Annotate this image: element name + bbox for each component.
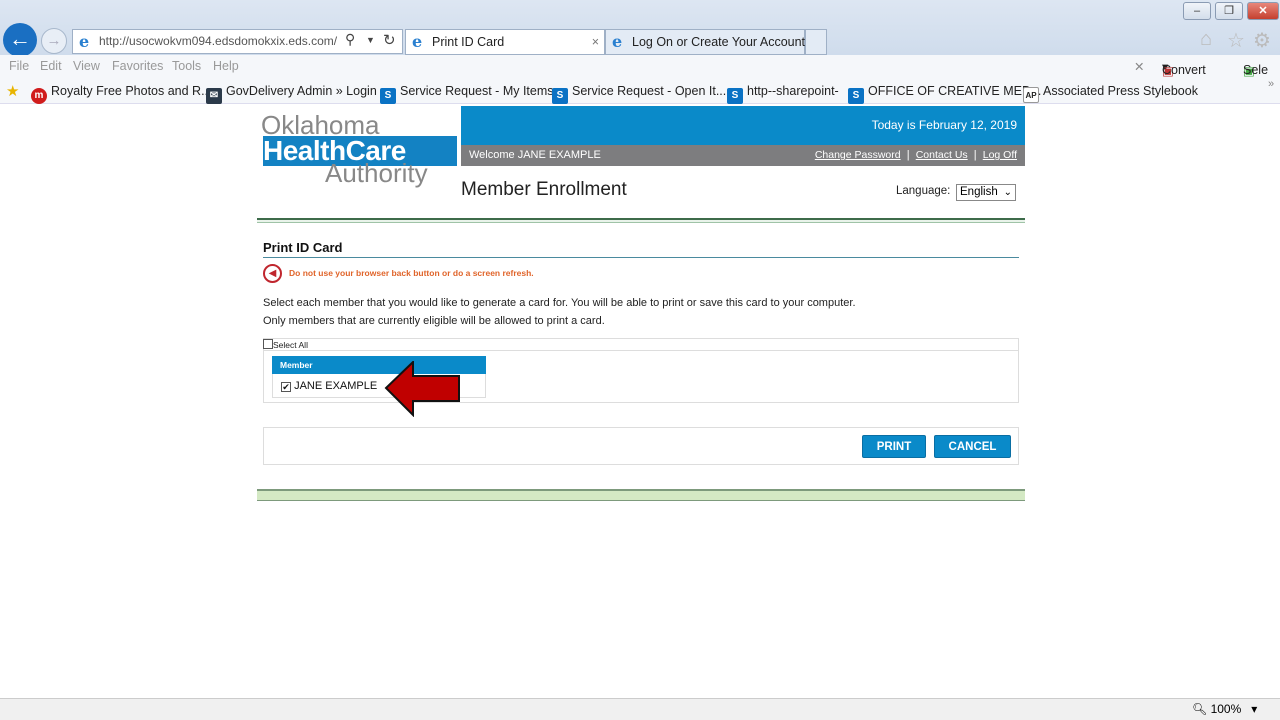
change-password-link[interactable]: Change Password xyxy=(815,149,901,161)
red-arrow-annotation xyxy=(384,361,460,417)
favorite-label: http--sharepoint- xyxy=(747,84,839,98)
zoom-level: 100% xyxy=(1210,702,1242,716)
favorite-label: Service Request - My Items xyxy=(400,84,554,98)
eligibility-text: Only members that are currently eligible… xyxy=(263,315,605,327)
tab-label: Log On or Create Your Account xyxy=(632,35,806,49)
address-text: http://usocwokvm094.edsdomokxix.eds.com/ xyxy=(99,34,338,48)
favorites-star-icon[interactable]: ☆ xyxy=(1227,28,1245,53)
contact-us-link[interactable]: Contact Us xyxy=(916,149,968,161)
log-off-link[interactable]: Log Off xyxy=(983,149,1017,161)
status-bar: 🔍︎ 100% ▾ xyxy=(0,698,1280,720)
back-button[interactable]: ← xyxy=(3,23,37,57)
refresh-icon[interactable]: ↻ xyxy=(383,31,396,49)
logo-line3: Authority xyxy=(325,158,428,188)
favorite-item[interactable]: S OFFICE OF CREATIVE MED... xyxy=(848,84,1041,104)
member-row: ✔ JANE EXAMPLE xyxy=(281,380,377,392)
menu-edit[interactable]: Edit xyxy=(40,59,62,73)
restore-button[interactable]: ❐ xyxy=(1215,2,1243,20)
close-window-button[interactable]: ✕ xyxy=(1247,2,1279,20)
menu-favorites[interactable]: Favorites xyxy=(112,59,163,73)
new-tab-button[interactable] xyxy=(805,29,827,55)
tab-print-id-card[interactable]: e Print ID Card × xyxy=(405,29,605,55)
select-label: Sele xyxy=(1243,63,1269,77)
favorites-star-icon[interactable]: ★ xyxy=(6,82,19,100)
menu-help[interactable]: Help xyxy=(213,59,239,73)
member-name: JANE EXAMPLE xyxy=(294,380,378,392)
oha-logo[interactable]: Oklahoma HealthCare Authority xyxy=(261,112,457,190)
date-text: Today is February 12, 2019 xyxy=(871,118,1017,132)
convert-label: Convert xyxy=(1162,63,1206,77)
dropdown-icon[interactable]: ▼ xyxy=(366,35,375,45)
sharepoint-icon: S xyxy=(380,88,396,104)
mail-icon: ✉ xyxy=(206,88,222,104)
menu-file[interactable]: File xyxy=(9,59,29,73)
tab-label: Print ID Card xyxy=(432,35,505,49)
ap-icon: AP xyxy=(1023,87,1039,103)
forward-button[interactable]: → xyxy=(41,28,67,54)
convert-button[interactable]: ▣ Convert ▾ xyxy=(1162,59,1206,78)
more-favorites-icon[interactable]: » xyxy=(1268,78,1274,90)
language-value: English xyxy=(960,186,998,198)
favorite-item[interactable]: m Royalty Free Photos and R... xyxy=(31,84,212,104)
user-bar: Welcome JANE EXAMPLE Change Password | C… xyxy=(461,145,1025,166)
zoom-icon: 🔍︎ xyxy=(1192,702,1208,716)
instructions-text: Select each member that you would like t… xyxy=(263,297,856,309)
language-select[interactable]: English ⌄ xyxy=(956,184,1016,201)
warning-text: Do not use your browser back button or d… xyxy=(289,268,534,278)
favorite-label: Associated Press Stylebook xyxy=(1043,84,1198,98)
member-checkbox[interactable]: ✔ xyxy=(281,382,291,392)
header-banner: Today is February 12, 2019 xyxy=(461,106,1025,145)
minimize-button[interactable]: – xyxy=(1183,2,1211,20)
tab-log-on[interactable]: e Log On or Create Your Account xyxy=(605,29,805,55)
sharepoint-icon: S xyxy=(727,88,743,104)
favorite-item[interactable]: ✉ GovDelivery Admin » Login xyxy=(206,84,377,104)
sharepoint-icon: S xyxy=(552,88,568,104)
sharepoint-icon: S xyxy=(848,88,864,104)
favorite-item[interactable]: Shttp--sharepoint- xyxy=(727,84,839,104)
favorite-label: GovDelivery Admin » Login xyxy=(226,84,377,98)
menu-tools[interactable]: Tools xyxy=(172,59,201,73)
m-icon: m xyxy=(31,88,47,104)
close-tab-icon[interactable]: × xyxy=(592,30,599,54)
favorite-label: OFFICE OF CREATIVE MED... xyxy=(868,84,1042,98)
page-heading: Member Enrollment xyxy=(461,179,627,200)
favorite-item[interactable]: AP Associated Press Stylebook xyxy=(1023,84,1198,103)
favorite-item[interactable]: S Service Request - My Items xyxy=(380,84,554,104)
divider xyxy=(257,218,1025,223)
print-button[interactable]: PRINT xyxy=(862,435,926,458)
favorites-bar: ★ m Royalty Free Photos and R... ✉ GovDeli… xyxy=(0,78,1280,104)
ie-icon: e xyxy=(612,32,623,51)
home-icon[interactable]: ⌂ xyxy=(1200,28,1212,51)
language-label: Language: xyxy=(896,185,951,197)
select-all-checkbox[interactable] xyxy=(263,339,273,349)
divider xyxy=(263,257,1019,258)
settings-gear-icon[interactable]: ⚙ xyxy=(1253,28,1271,53)
select-all-row: Select All xyxy=(263,338,1019,351)
no-back-icon: ◀ xyxy=(263,264,282,283)
welcome-text: Welcome JANE EXAMPLE xyxy=(469,149,601,161)
select-all-label[interactable]: Select All xyxy=(273,340,308,350)
favorite-label: Service Request - Open It... xyxy=(572,84,727,98)
close-toolbar-icon[interactable]: ✕ xyxy=(1134,59,1144,74)
chevron-down-icon: ⌄ xyxy=(1003,187,1012,198)
menu-bar: File Edit View Favorites Tools Help ✕ ▣ C… xyxy=(0,55,1280,80)
favorite-item[interactable]: S Service Request - Open It... xyxy=(552,84,726,104)
cancel-button[interactable]: CANCEL xyxy=(934,435,1011,458)
ie-icon: e xyxy=(79,32,90,51)
footer-bar xyxy=(257,489,1025,501)
zoom-control[interactable]: 🔍︎ 100% ▾ xyxy=(1192,702,1257,716)
section-title: Print ID Card xyxy=(263,240,343,255)
search-icon[interactable]: ⚲ xyxy=(345,31,355,48)
menu-view[interactable]: View xyxy=(73,59,100,73)
ie-icon: e xyxy=(412,32,423,51)
favorite-label: Royalty Free Photos and R... xyxy=(51,84,212,98)
